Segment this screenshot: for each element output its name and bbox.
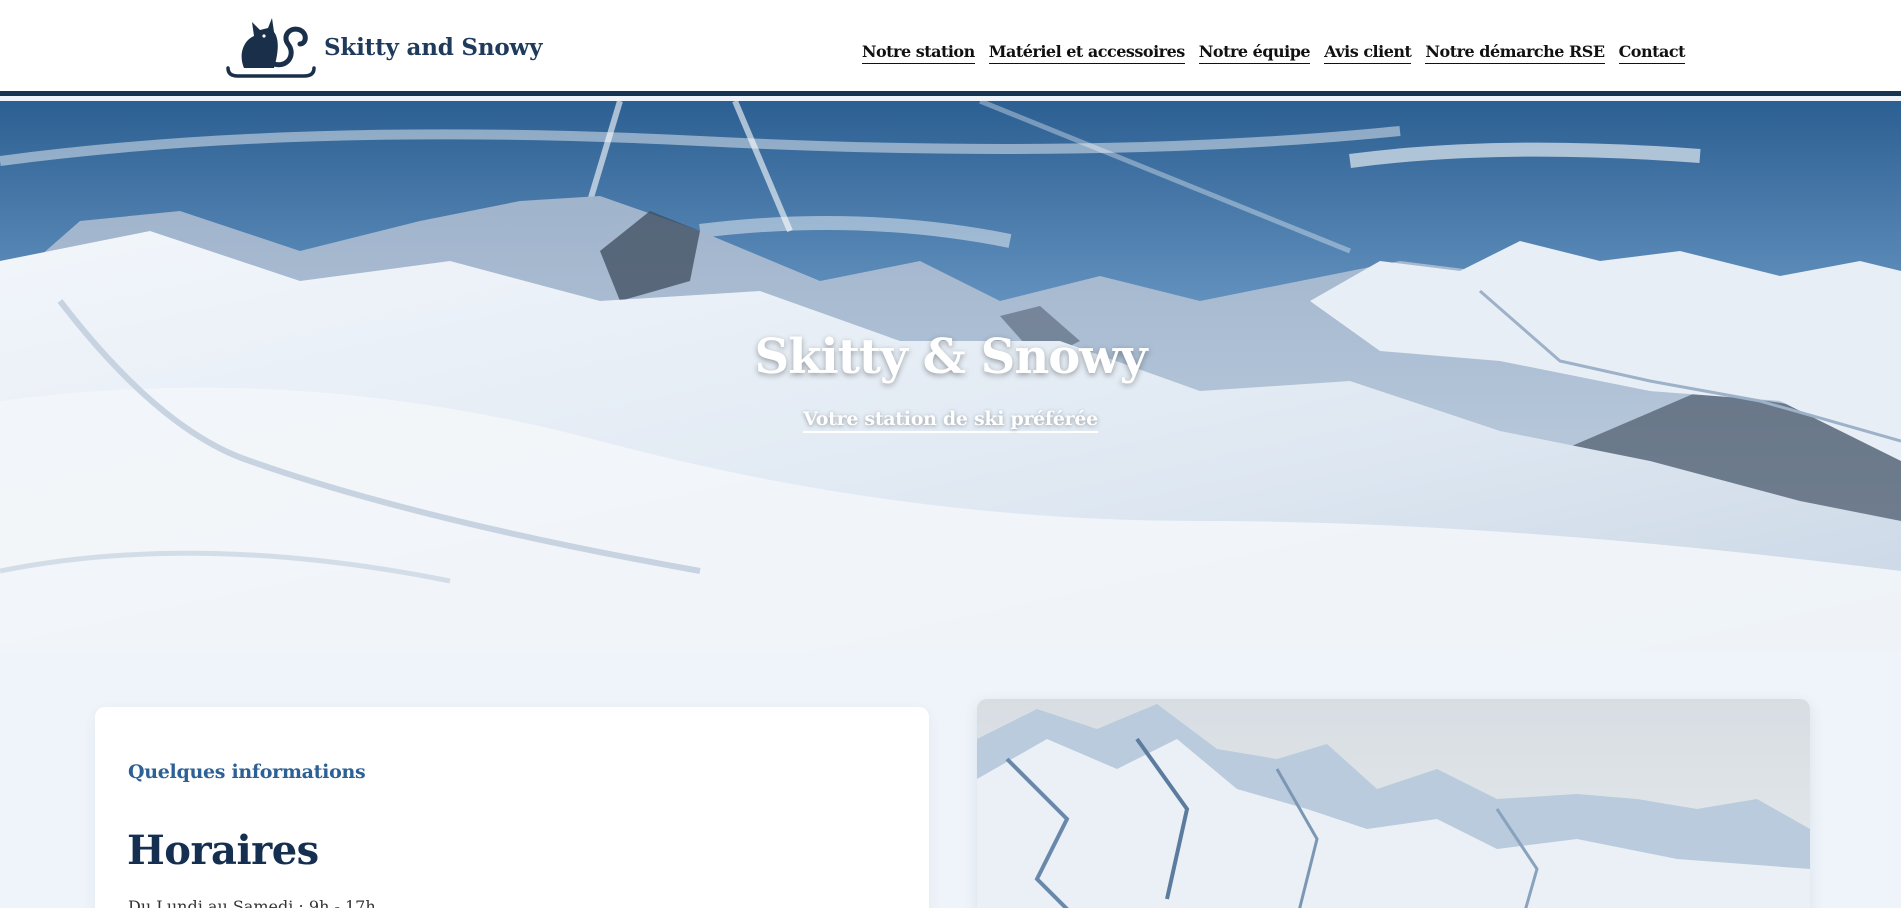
nav-item-materiel[interactable]: Matériel et accessoires	[988, 42, 1185, 64]
hero-subtitle[interactable]: Votre station de ski préférée	[803, 408, 1098, 433]
mountain-photo	[977, 699, 1810, 908]
nav-item-avis-client[interactable]: Avis client	[1324, 42, 1412, 64]
site-header: Skitty and Snowy Notre station Matériel …	[0, 0, 1901, 96]
hero-subtitle-wrap: Votre station de ski préférée	[0, 408, 1901, 433]
cat-sled-logo-icon	[226, 18, 316, 78]
hero-title: Skitty & Snowy	[754, 329, 1148, 385]
info-eyebrow: Quelques informations	[128, 761, 366, 783]
logo[interactable]: Skitty and Snowy	[224, 14, 542, 80]
nav-item-notre-station[interactable]: Notre station	[861, 42, 975, 64]
main-nav: Notre station Matériel et accessoires No…	[861, 42, 1686, 64]
nav-item-contact[interactable]: Contact	[1618, 42, 1686, 64]
info-title: Horaires	[127, 827, 319, 874]
brand-name: Skitty and Snowy	[324, 33, 543, 61]
info-text: Du Lundi au Samedi : 9h - 17h	[128, 897, 376, 908]
info-card: Quelques informations Horaires Du Lundi …	[95, 707, 929, 908]
mountain-peaks-photo-image	[977, 699, 1810, 908]
nav-item-equipe[interactable]: Notre équipe	[1198, 42, 1311, 64]
nav-item-rse[interactable]: Notre démarche RSE	[1425, 42, 1605, 64]
hero-banner: Skitty & Snowy Votre station de ski préf…	[0, 101, 1901, 651]
